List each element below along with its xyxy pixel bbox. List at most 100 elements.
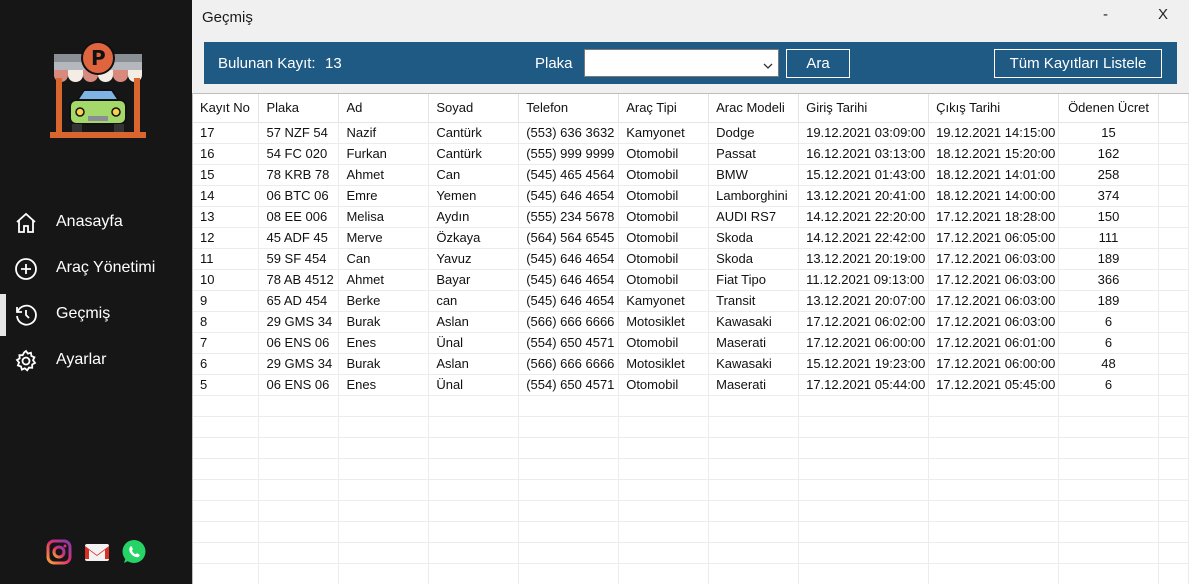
table-cell[interactable]: (545) 646 4654 [518, 290, 620, 312]
table-cell[interactable]: Otomobil [618, 143, 710, 165]
table-cell[interactable]: Nazif [338, 122, 430, 144]
sidebar-item-ayarlar[interactable]: Ayarlar [0, 340, 192, 382]
table-cell[interactable]: 9 [193, 290, 260, 312]
table-cell[interactable]: Kawasaki [708, 311, 800, 333]
column-header[interactable]: Ad [338, 94, 430, 123]
table-cell[interactable]: 8 [193, 311, 260, 333]
column-header[interactable]: Soyad [428, 94, 520, 123]
table-cell[interactable]: 15 [1058, 122, 1159, 144]
table-cell[interactable]: 78 AB 4512 [258, 269, 340, 291]
table-cell[interactable]: Bayar [428, 269, 520, 291]
column-header[interactable]: Giriş Tarihi [798, 94, 930, 123]
table-cell[interactable]: 17.12.2021 05:45:00 [928, 374, 1060, 396]
table-cell[interactable]: Kamyonet [618, 290, 710, 312]
close-button[interactable]: X [1158, 6, 1168, 23]
column-header[interactable]: Arac Modeli [708, 94, 800, 123]
table-row[interactable]: 14 06 BTC 06 Emre Yemen (545) 646 4654 Otomob… [193, 185, 1189, 207]
table-cell[interactable]: 19.12.2021 14:15:00 [928, 122, 1060, 144]
plaka-select[interactable] [584, 49, 779, 77]
table-cell[interactable]: Can [428, 164, 520, 186]
table-cell[interactable]: Transit [708, 290, 800, 312]
sidebar-item-arac-yonetimi[interactable]: Araç Yönetimi [0, 248, 192, 290]
table-cell[interactable]: Otomobil [618, 206, 710, 228]
table-cell[interactable]: 13.12.2021 20:07:00 [798, 290, 930, 312]
column-header[interactable]: Plaka [258, 94, 340, 123]
table-row[interactable]: 5 06 ENS 06 Enes Ünal (554) 650 4571 Otomobil… [193, 374, 1189, 396]
table-cell[interactable]: Aydın [428, 206, 520, 228]
table-cell[interactable]: 17.12.2021 06:03:00 [928, 311, 1060, 333]
table-cell[interactable]: Otomobil [618, 227, 710, 249]
table-cell[interactable]: Yavuz [428, 248, 520, 270]
table-cell[interactable]: Kamyonet [618, 122, 710, 144]
table-cell[interactable]: 78 KRB 78 [258, 164, 340, 186]
table-cell[interactable]: Aslan [428, 311, 520, 333]
table-cell[interactable]: Furkan [338, 143, 430, 165]
table-cell[interactable]: Ünal [428, 374, 520, 396]
table-cell[interactable]: 13.12.2021 20:19:00 [798, 248, 930, 270]
table-cell[interactable]: 162 [1058, 143, 1159, 165]
table-cell[interactable]: (555) 999 9999 [518, 143, 620, 165]
table-cell[interactable]: 65 AD 454 [258, 290, 340, 312]
table-cell[interactable]: Yemen [428, 185, 520, 207]
sidebar-item-anasayfa[interactable]: Anasayfa [0, 202, 192, 244]
table-row[interactable]: 16 54 FC 020 Furkan Cantürk (555) 999 9999 Ot… [193, 143, 1189, 165]
gmail-icon[interactable] [84, 539, 110, 565]
table-cell[interactable]: 29 GMS 34 [258, 353, 340, 375]
table-cell[interactable]: 17.12.2021 06:02:00 [798, 311, 930, 333]
table-cell[interactable]: (545) 646 4654 [518, 269, 620, 291]
table-cell[interactable]: Özkaya [428, 227, 520, 249]
table-cell[interactable]: 17 [193, 122, 260, 144]
table-cell[interactable]: Melisa [338, 206, 430, 228]
table-row[interactable]: 10 78 AB 4512 Ahmet Bayar (545) 646 4654 Otom… [193, 269, 1189, 291]
table-cell[interactable]: Enes [338, 374, 430, 396]
table-cell[interactable]: can [428, 290, 520, 312]
table-cell[interactable]: (545) 465 4564 [518, 164, 620, 186]
table-cell[interactable]: 14.12.2021 22:42:00 [798, 227, 930, 249]
table-cell[interactable]: 258 [1058, 164, 1159, 186]
column-header[interactable]: Ödenen Ücret [1058, 94, 1159, 123]
column-header[interactable]: Çıkış Tarihi [928, 94, 1060, 123]
table-cell[interactable]: 6 [1058, 311, 1159, 333]
table-cell[interactable]: 12 [193, 227, 260, 249]
table-cell[interactable]: 17.12.2021 05:44:00 [798, 374, 930, 396]
table-cell[interactable]: Dodge [708, 122, 800, 144]
table-cell[interactable]: Merve [338, 227, 430, 249]
table-cell[interactable]: Burak [338, 311, 430, 333]
table-cell[interactable]: 16.12.2021 03:13:00 [798, 143, 930, 165]
table-cell[interactable]: Burak [338, 353, 430, 375]
records-grid[interactable]: Kayıt No Plaka Ad Soyad Telefon Araç Tip… [192, 93, 1189, 584]
table-cell[interactable]: AUDI RS7 [708, 206, 800, 228]
column-header[interactable]: Telefon [518, 94, 620, 123]
table-row[interactable]: 13 08 EE 006 Melisa Aydın (555) 234 5678 Otom… [193, 206, 1189, 228]
table-cell[interactable]: Can [338, 248, 430, 270]
table-cell[interactable]: 11 [193, 248, 260, 270]
table-cell[interactable]: 54 FC 020 [258, 143, 340, 165]
table-cell[interactable]: Kawasaki [708, 353, 800, 375]
table-cell[interactable]: 150 [1058, 206, 1159, 228]
table-cell[interactable]: 6 [193, 353, 260, 375]
table-cell[interactable]: Maserati [708, 374, 800, 396]
table-cell[interactable]: Otomobil [618, 185, 710, 207]
table-cell[interactable]: 7 [193, 332, 260, 354]
table-row[interactable]: 15 78 KRB 78 Ahmet Can (545) 465 4564 Otomobi… [193, 164, 1189, 186]
table-cell[interactable]: Skoda [708, 248, 800, 270]
table-cell[interactable]: 6 [1058, 332, 1159, 354]
table-cell[interactable]: Otomobil [618, 374, 710, 396]
table-cell[interactable]: Ahmet [338, 164, 430, 186]
table-cell[interactable]: (553) 636 3632 [518, 122, 620, 144]
table-cell[interactable]: Ahmet [338, 269, 430, 291]
column-header[interactable]: Kayıt No [193, 94, 260, 123]
table-cell[interactable]: 16 [193, 143, 260, 165]
instagram-icon[interactable] [46, 539, 72, 565]
table-cell[interactable]: Otomobil [618, 332, 710, 354]
table-cell[interactable]: 189 [1058, 290, 1159, 312]
table-cell[interactable]: 08 EE 006 [258, 206, 340, 228]
column-header[interactable]: Araç Tipi [618, 94, 710, 123]
table-cell[interactable]: 18.12.2021 14:00:00 [928, 185, 1060, 207]
table-cell[interactable]: 06 ENS 06 [258, 332, 340, 354]
table-cell[interactable]: 13 [193, 206, 260, 228]
table-cell[interactable]: Ünal [428, 332, 520, 354]
table-cell[interactable]: 18.12.2021 14:01:00 [928, 164, 1060, 186]
table-cell[interactable]: 17.12.2021 06:03:00 [928, 290, 1060, 312]
table-cell[interactable]: 06 ENS 06 [258, 374, 340, 396]
